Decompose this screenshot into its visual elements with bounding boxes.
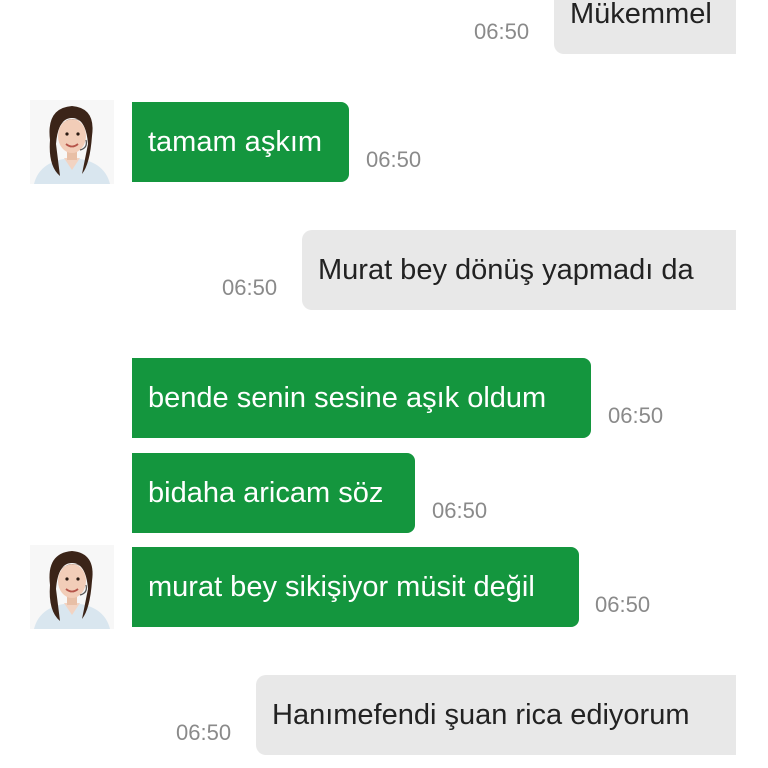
message-time: 06:50: [222, 275, 278, 300]
contact-avatar[interactable]: [30, 545, 114, 629]
message-bubble[interactable]: Mükemmel: [554, 0, 736, 54]
message-time: 06:50: [366, 147, 422, 172]
message-bubble[interactable]: murat bey sikişiyor müsit değil: [132, 547, 579, 627]
avatar-woman-icon: [30, 545, 114, 629]
message-time: 06:50: [595, 592, 651, 617]
message-time: 06:50: [432, 498, 488, 523]
message-bubble[interactable]: bende senin sesine aşık oldum: [132, 358, 591, 438]
message-time: 06:50: [474, 19, 530, 44]
contact-avatar[interactable]: [30, 100, 114, 184]
avatar-woman-icon: [30, 100, 114, 184]
message-bubble[interactable]: tamam aşkım: [132, 102, 349, 182]
message-time: 06:50: [176, 720, 232, 745]
message-bubble[interactable]: Hanımefendi şuan rica ediyorum: [256, 675, 736, 755]
message-time: 06:50: [608, 403, 664, 428]
message-bubble[interactable]: bidaha aricam söz: [132, 453, 415, 533]
message-bubble[interactable]: Murat bey dönüş yapmadı da: [302, 230, 736, 310]
